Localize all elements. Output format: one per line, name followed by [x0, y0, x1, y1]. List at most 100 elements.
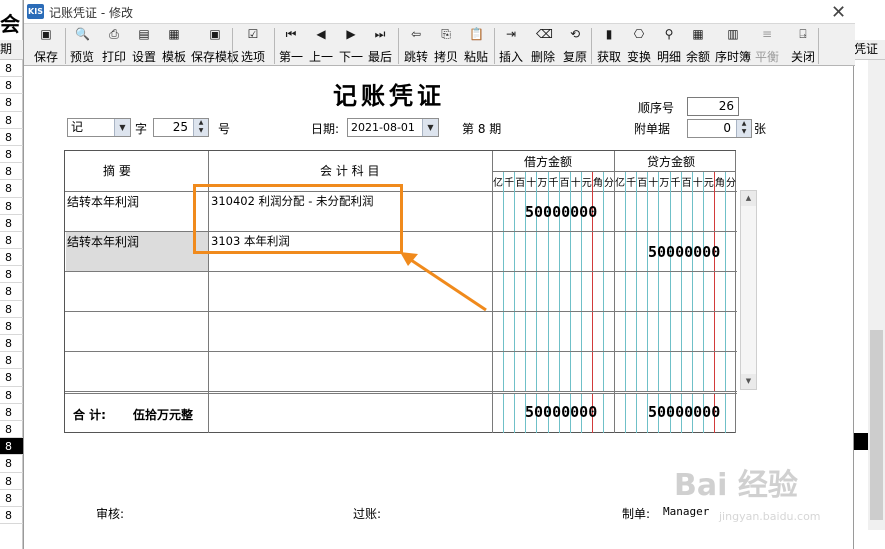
seq-label: 顺序号: [638, 101, 675, 115]
toolbar-button-label: 最后: [368, 50, 393, 64]
scroll-up-icon[interactable]: ▲: [741, 191, 756, 206]
toolbar-button-balance[interactable]: ▦ 余额: [686, 27, 710, 65]
toolbar-button-detail[interactable]: ⚲ 明细: [657, 27, 681, 65]
toolbar-button-restore[interactable]: ⟲ 复原: [563, 27, 587, 65]
background-row[interactable]: 8: [0, 77, 23, 95]
toolbar-button-label: 下一: [339, 50, 364, 64]
background-row[interactable]: 8: [0, 163, 23, 181]
zi-label: 字: [135, 122, 148, 136]
toolbar-button-label: 删除: [531, 50, 556, 64]
background-row[interactable]: 8: [0, 249, 23, 267]
attachments-label: 附单据: [634, 122, 671, 136]
background-row[interactable]: 8: [0, 455, 23, 473]
background-row[interactable]: 8: [0, 94, 23, 112]
toolbar-button-label: 预览: [70, 50, 95, 64]
background-row[interactable]: 8: [0, 387, 23, 404]
total-in-words: 伍拾万元整: [133, 408, 194, 422]
background-row[interactable]: 8: [0, 112, 23, 129]
toolbar-button-next[interactable]: ▶ 下一: [339, 27, 363, 65]
background-row[interactable]: 8: [0, 507, 23, 525]
summary-cell[interactable]: 结转本年利润: [67, 233, 139, 250]
voucher-title: 记账凭证: [333, 81, 445, 110]
toolbar-button-delete[interactable]: ⌫ 删除: [531, 27, 555, 65]
toolbar-separator: [398, 28, 399, 64]
toolbar-button-jump[interactable]: ⇦ 跳转: [404, 27, 428, 65]
toolbar-button-template[interactable]: ▦ 模板: [162, 27, 186, 65]
table-row[interactable]: [65, 351, 737, 391]
post-label: 过账:: [353, 507, 382, 521]
background-row[interactable]: 8: [0, 318, 23, 335]
voucher-number-stepper[interactable]: 25 ▲ ▼: [153, 118, 209, 137]
background-row[interactable]: 8: [0, 129, 23, 146]
close-door-icon: ⍈: [799, 27, 807, 41]
background-row[interactable]: 8: [0, 335, 23, 353]
background-row[interactable]: 8: [0, 404, 23, 421]
chevron-down-icon[interactable]: ▼: [114, 119, 130, 136]
chevron-down-icon[interactable]: ▼: [422, 119, 438, 136]
toolbar-button-fetch[interactable]: ▮ 获取: [597, 27, 621, 65]
watermark: Bai 经验: [674, 468, 798, 503]
toolbar-button-options[interactable]: ☑ 选项: [241, 27, 265, 65]
toolbar-button-label: 打印: [102, 50, 127, 64]
restore-icon: ⟲: [569, 27, 581, 41]
toolbar-button-prev[interactable]: ◀ 上一: [309, 27, 333, 65]
toolbar-button-transform[interactable]: ⎔ 变换: [627, 27, 651, 65]
background-scrollbar[interactable]: [868, 60, 885, 530]
background-row[interactable]: 8: [0, 301, 23, 318]
digit-header-label: 百: [559, 178, 570, 189]
background-row[interactable]: 8: [0, 421, 23, 439]
toolbar-button-label: 明细: [657, 50, 682, 64]
digit-column-line: [725, 393, 726, 433]
app-icon: KIS: [27, 4, 44, 19]
date-value: 2021-08-01: [351, 121, 415, 134]
voucher-type-select[interactable]: 记 ▼: [67, 118, 131, 137]
background-row[interactable]: 8: [0, 369, 23, 387]
digit-header-label: 万: [537, 178, 548, 189]
scroll-down-icon[interactable]: ▼: [741, 374, 756, 389]
maker-value: Manager: [663, 505, 710, 518]
total-credit-amount: 50000000: [648, 403, 721, 421]
background-row[interactable]: 8: [0, 266, 23, 284]
background-row[interactable]: 8: [0, 146, 23, 164]
credit-column-header: 贷方金额: [647, 155, 696, 169]
digit-column-line: [636, 393, 638, 433]
background-row[interactable]: 8: [0, 180, 23, 198]
date-picker[interactable]: 2021-08-01 ▼: [347, 118, 439, 137]
window-close-icon[interactable]: ✕: [831, 2, 846, 23]
stepper-arrows-icon[interactable]: ▲ ▼: [193, 119, 208, 136]
toolbar-button-paste[interactable]: 📋 粘贴: [464, 27, 488, 65]
credit-amount-cell[interactable]: 50000000: [648, 243, 720, 261]
background-row[interactable]: 8: [0, 438, 23, 456]
toolbar-button-journal[interactable]: ▥ 序时簿: [715, 27, 751, 65]
toolbar-button-copy[interactable]: ⎘ 拷贝: [434, 27, 458, 65]
scrollbar-thumb[interactable]: [870, 330, 883, 520]
background-row[interactable]: 8: [0, 60, 23, 78]
toolbar-button-print[interactable]: ⎙ 打印: [102, 27, 126, 65]
background-row[interactable]: 8: [0, 215, 23, 232]
background-row[interactable]: 8: [0, 283, 23, 301]
background-row[interactable]: 8: [0, 352, 23, 370]
background-row[interactable]: 8: [0, 473, 23, 490]
summary-cell[interactable]: 结转本年利润: [67, 193, 139, 210]
toolbar-button-insert[interactable]: ⇥ 插入: [499, 27, 523, 65]
toolbar-button-close-door[interactable]: ⍈ 关闭: [791, 27, 815, 65]
toolbar-button-first[interactable]: ⏮ 第一: [279, 27, 303, 65]
title-bar: KIS 记账凭证 - 修改 ✕: [24, 0, 855, 23]
background-row[interactable]: 8: [0, 232, 23, 250]
grid-scrollbar[interactable]: ▲ ▼: [740, 190, 757, 390]
background-row[interactable]: 8: [0, 198, 23, 215]
background-row[interactable]: 8: [0, 490, 23, 507]
debit-amount-cell[interactable]: 50000000: [525, 203, 597, 221]
toolbar-button-settings[interactable]: ▤ 设置: [132, 27, 156, 65]
toolbar-button-save[interactable]: ▣ 保存: [34, 27, 58, 65]
voucher-dialog: KIS 记账凭证 - 修改 ✕ ▣ 保存 🔍 预览 ⎙ 打印 ▤ 设置 ▦ 模板 ▣ 保存模板 ☑ 选项 ⏮…: [23, 0, 855, 549]
stepper-arrows-icon[interactable]: ▲ ▼: [736, 120, 751, 137]
total-debit-amount: 50000000: [525, 403, 598, 421]
toolbar-button-preview[interactable]: 🔍 预览: [70, 27, 94, 65]
attachments-stepper[interactable]: 0 ▲ ▼: [687, 119, 752, 138]
background-column-header: 期间: [0, 40, 23, 60]
seq-number-field[interactable]: 26: [687, 97, 739, 116]
toolbar-button-last[interactable]: ⏭ 最后: [368, 27, 392, 65]
fetch-icon: ▮: [605, 27, 613, 41]
toolbar-button-balance-check[interactable]: ≡ 平衡: [755, 27, 779, 65]
